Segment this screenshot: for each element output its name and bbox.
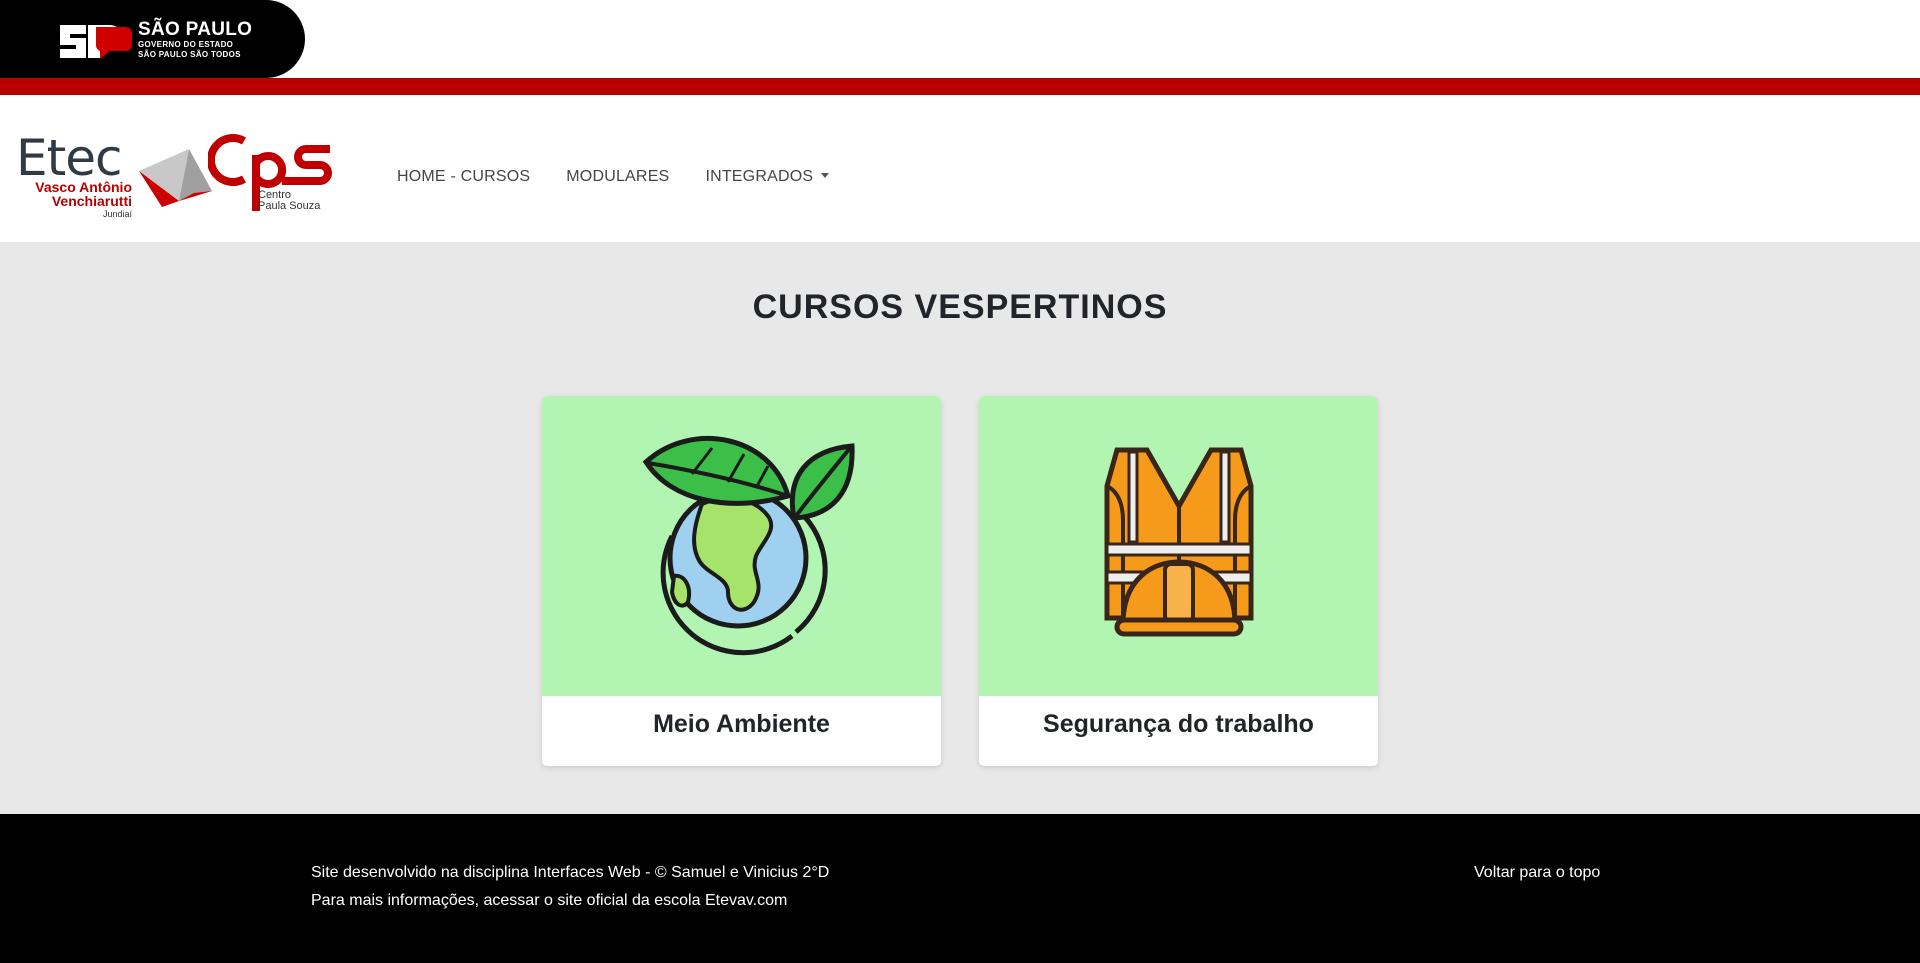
nav-link-modulares[interactable]: MODULARES xyxy=(566,168,669,186)
footer-credits: Site desenvolvido na disciplina Interfac… xyxy=(311,864,830,881)
course-card-meio-ambiente[interactable]: Meio Ambiente xyxy=(542,396,941,766)
nav-link-home-cursos[interactable]: HOME - CURSOS xyxy=(397,168,530,186)
sp-logo-icon xyxy=(60,25,132,59)
course-card-image xyxy=(979,396,1378,696)
back-to-top-link[interactable]: Voltar para o topo xyxy=(1474,864,1600,882)
etec-logo-school-name: Vasco Antônio Venchiarutti xyxy=(24,180,132,208)
government-title: SÃO PAULO GOVERNO DO ESTADO SÃO PAULO SÃ… xyxy=(138,20,252,60)
paper-plane-icon xyxy=(139,149,212,207)
nav-dropdown-integrados-label: INTEGRADOS xyxy=(705,168,814,185)
etec-logo-name-line1: Vasco Antônio xyxy=(35,179,132,195)
government-logo-pill[interactable]: SÃO PAULO GOVERNO DO ESTADO SÃO PAULO SÃ… xyxy=(0,0,305,78)
state-name: SÃO PAULO xyxy=(138,19,253,40)
government-bar: SÃO PAULO GOVERNO DO ESTADO SÃO PAULO SÃ… xyxy=(0,0,1920,78)
school-site-link[interactable]: Etevav.com xyxy=(705,892,787,909)
earth-leaves-icon xyxy=(642,436,855,656)
government-subtitle: GOVERNO DO ESTADO xyxy=(138,40,234,49)
etec-logo-city: Jundiaí xyxy=(102,209,132,219)
etec-logo[interactable]: Etec Vasco Antônio Venchiarutti Jundiaí xyxy=(16,129,212,219)
nav-links: HOME - CURSOS MODULARES INTEGRADOS xyxy=(397,168,830,186)
course-card-seguranca-do-trabalho[interactable]: Segurança do trabalho xyxy=(979,396,1378,766)
etec-logo-name-line2: Venchiarutti xyxy=(51,193,132,209)
caret-down-icon xyxy=(821,173,830,178)
footer-info: Para mais informações, acessar o site of… xyxy=(311,892,787,910)
etec-logo-word: Etec xyxy=(16,129,122,187)
nav-dropdown-integrados[interactable]: INTEGRADOS xyxy=(705,168,830,186)
course-card-image xyxy=(542,396,941,696)
cps-logo-subtitle: Centro Paula Souza xyxy=(258,190,320,212)
centro-paula-souza-logo[interactable]: Centro Paula Souza xyxy=(206,133,333,217)
cps-logo-sub-line2: Paula Souza xyxy=(258,200,321,212)
course-card-title: Segurança do trabalho xyxy=(1043,710,1314,738)
page-title: CURSOS VESPERTINOS xyxy=(752,288,1168,326)
red-divider-stripe xyxy=(0,78,1920,95)
footer-info-text: Para mais informações, acessar o site of… xyxy=(311,892,705,909)
course-card-title: Meio Ambiente xyxy=(653,710,830,738)
government-slogan: SÃO PAULO SÃO TODOS xyxy=(138,50,241,59)
footer: Site desenvolvido na disciplina Interfac… xyxy=(0,814,1920,963)
safety-vest-helmet-icon xyxy=(1104,447,1254,637)
